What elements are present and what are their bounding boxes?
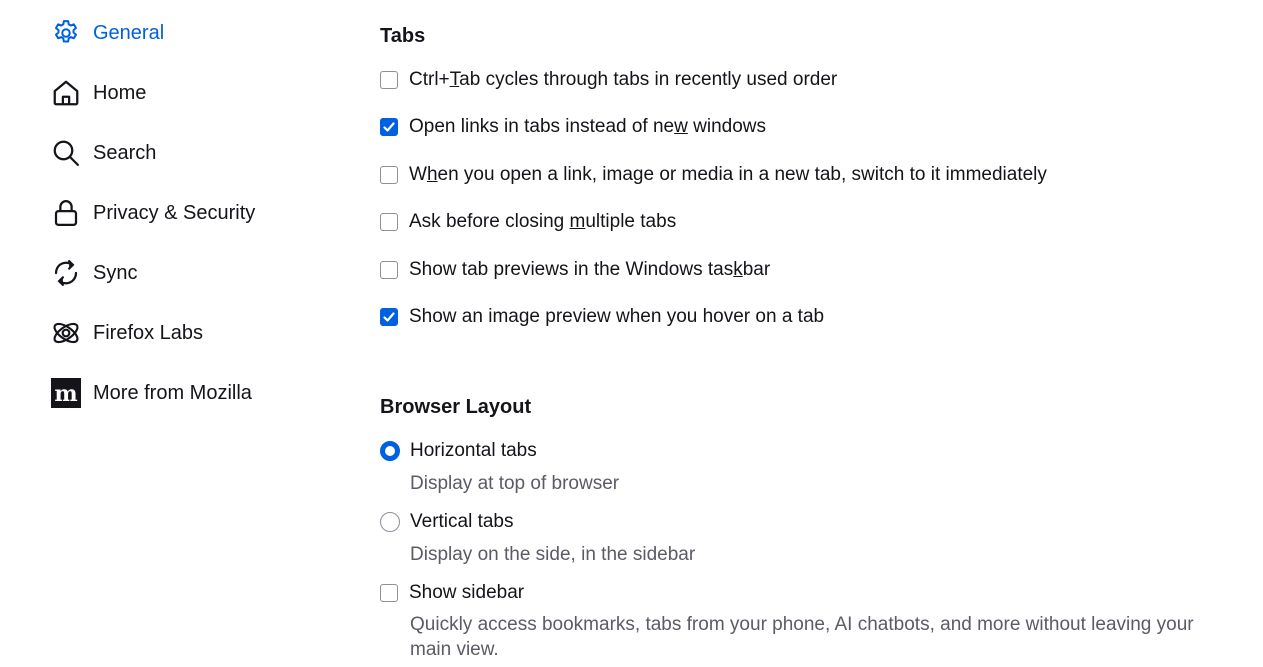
sidebar-item-label: More from Mozilla — [93, 381, 252, 404]
option-description: Display at top of browser — [410, 473, 620, 494]
sidebar-item-label: Home — [93, 81, 147, 104]
lock-icon — [50, 197, 82, 229]
section-title-browser-layout: Browser Layout — [380, 396, 532, 418]
home-icon — [50, 77, 82, 109]
sidebar-item-privacy[interactable]: Privacy & Security — [50, 193, 255, 233]
sidebar-item-home[interactable]: Home — [50, 73, 146, 113]
sidebar-item-label: Firefox Labs — [93, 321, 204, 344]
checkbox[interactable] — [380, 166, 398, 184]
radio-vertical-tabs[interactable]: Vertical tabs — [380, 509, 514, 535]
sidebar-item-label: Sync — [93, 261, 138, 284]
option-label: Horizontal tabs — [410, 440, 537, 461]
sidebar-item-search[interactable]: Search — [50, 133, 156, 173]
checkbox[interactable] — [380, 584, 398, 602]
checkbox-show-sidebar[interactable]: Show sidebar — [380, 580, 524, 606]
checkmark-icon — [383, 122, 395, 132]
sidebar-item-label: General — [93, 21, 165, 44]
option-label: Ctrl+Tab cycles through tabs in recently… — [409, 69, 838, 90]
option-label: Show sidebar — [409, 582, 525, 603]
option-label: When you open a link, image or media in … — [409, 164, 1047, 185]
checkbox-switch-to-new-tab[interactable]: When you open a link, image or media in … — [380, 162, 1047, 188]
mozilla-logo-icon: m — [50, 377, 82, 409]
checkbox-ctrl-tab-cycles[interactable]: Ctrl+Tab cycles through tabs in recently… — [380, 67, 837, 93]
sidebar-item-label: Search — [93, 141, 157, 164]
radio-button[interactable] — [380, 441, 400, 461]
sidebar-item-label: Privacy & Security — [93, 201, 256, 224]
radio-horizontal-tabs[interactable]: Horizontal tabs — [380, 438, 537, 464]
gear-icon — [50, 17, 82, 49]
svg-text:m: m — [54, 381, 77, 407]
atom-icon — [50, 317, 82, 349]
sidebar-item-more-from-mozilla[interactable]: m More from Mozilla — [50, 373, 252, 413]
section-title-tabs: Tabs — [380, 25, 426, 47]
option-label: Open links in tabs instead of new window… — [409, 116, 766, 137]
search-icon — [50, 137, 82, 169]
checkbox[interactable] — [380, 71, 398, 89]
option-label: Show tab previews in the Windows taskbar — [409, 259, 771, 280]
option-label: Ask before closing multiple tabs — [409, 211, 677, 232]
option-description: Display on the side, in the sidebar — [410, 544, 696, 565]
radio-button[interactable] — [380, 512, 400, 532]
sidebar-item-sync[interactable]: Sync — [50, 253, 137, 293]
option-label: Vertical tabs — [410, 511, 514, 532]
sidebar-item-firefox-labs[interactable]: Firefox Labs — [50, 313, 203, 353]
checkbox-hover-image-preview[interactable]: Show an image preview when you hover on … — [380, 304, 824, 330]
option-label: Show an image preview when you hover on … — [409, 306, 825, 327]
sidebar: General Home Search Privacy & Security S… — [0, 0, 340, 667]
checkbox[interactable] — [380, 308, 398, 326]
sync-icon — [50, 257, 82, 289]
checkbox[interactable] — [380, 261, 398, 279]
checkbox-ask-before-closing[interactable]: Ask before closing multiple tabs — [380, 209, 676, 235]
checkbox-taskbar-previews[interactable]: Show tab previews in the Windows taskbar — [380, 257, 770, 283]
checkbox[interactable] — [380, 118, 398, 136]
checkbox-open-links-in-tabs[interactable]: Open links in tabs instead of new window… — [380, 114, 766, 140]
checkbox[interactable] — [380, 213, 398, 231]
option-description: Quickly access bookmarks, tabs from your… — [410, 614, 1194, 660]
checkmark-icon — [383, 312, 395, 322]
sidebar-item-general[interactable]: General — [50, 13, 164, 53]
